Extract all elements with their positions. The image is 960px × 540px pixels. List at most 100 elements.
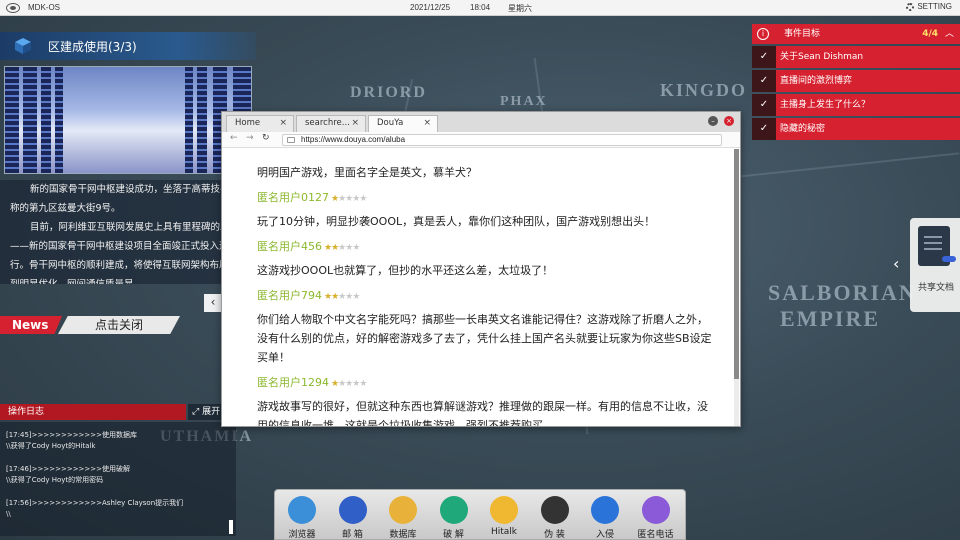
- news-body: 新的国家骨干网中枢建设成功，坐落于高蒂技谷之称的第九区兹曼大街9号。 目前，阿利…: [0, 180, 256, 284]
- tab-label: searchre...: [305, 118, 350, 128]
- comment-user[interactable]: 匿名用户456 ★★★★★: [257, 237, 717, 257]
- close-icon[interactable]: ×: [279, 116, 287, 131]
- share-doc-button[interactable]: 共享文档: [910, 218, 960, 312]
- map-label: DRIORD: [350, 84, 427, 101]
- log-entry-time: [17:46]>>>>>>>>>>>>使用破解: [6, 465, 131, 473]
- comment-text: 玩了10分钟，明显抄袭OOOL，真是丢人，靠你们这种团队，国产游戏别想出头！: [257, 215, 656, 228]
- check-icon: ✓: [752, 46, 776, 68]
- dock-item-label: 浏览器: [288, 530, 316, 540]
- event-item[interactable]: ✓ 直播间的激烈博弈: [752, 70, 960, 92]
- rating-stars: ★★★★★: [331, 194, 367, 204]
- log-entry-time: [17:56]>>>>>>>>>>>>Ashley Clayson提示我们: [6, 499, 184, 507]
- event-item-label: 关于Sean Dishman: [780, 52, 864, 62]
- dock-item-label: 匿名电话: [637, 530, 674, 540]
- minimize-button[interactable]: –: [708, 116, 718, 126]
- news-tag: News: [0, 316, 62, 334]
- news-paragraph: 目前，阿利维亚互联网发展史上具有里程碑的工程——新的国家骨干网中枢建设项目全面竣…: [10, 222, 240, 284]
- refresh-icon[interactable]: ↻: [262, 133, 270, 143]
- dock-item[interactable]: Hitalk: [481, 496, 527, 540]
- forward-icon[interactable]: →: [246, 133, 254, 143]
- news-close-button[interactable]: 点击关闭: [58, 316, 180, 334]
- close-icon[interactable]: ×: [351, 116, 359, 131]
- system-time: 18:04: [470, 3, 491, 12]
- share-expand-arrow[interactable]: ‹: [893, 254, 899, 273]
- disguise-icon: [540, 496, 569, 524]
- map-label: EMPIRE: [780, 306, 880, 331]
- dock-item[interactable]: 邮 箱: [330, 496, 376, 540]
- event-item-label: 主播身上发生了什么？: [780, 100, 871, 110]
- event-item[interactable]: ✓ 关于Sean Dishman: [752, 46, 960, 68]
- operation-log-panel: 操作日志 ⤢ 展开 [17:45]>>>>>>>>>>>>使用数据库 \\获得了…: [0, 404, 236, 536]
- log-entry-detail: \\: [6, 510, 11, 518]
- log-entry-detail: \\获得了Cody Hoyt的常用密码: [6, 476, 104, 484]
- dock-item-label: 邮 箱: [342, 530, 363, 540]
- log-entry-detail: \\获得了Cody Hoyt的Hitalk: [6, 442, 96, 450]
- comment-username: 匿名用户456: [257, 240, 322, 253]
- page-scrollbar[interactable]: [734, 149, 739, 426]
- dock-item[interactable]: 破 解: [431, 496, 477, 540]
- log-expand-label: 展开: [202, 407, 221, 417]
- system-date: 2021/12/25: [410, 3, 451, 12]
- event-item[interactable]: ✓ 隐藏的秘密: [752, 118, 960, 140]
- check-icon: ✓: [752, 94, 776, 116]
- map-label: SALBORIAN: [768, 280, 917, 305]
- comment-item: 匿名用户1294 ★★★★★ 游戏故事写的很好，但就这种东西也算解谜游戏？推理做的跟…: [257, 373, 717, 426]
- dock-item-label: 破 解: [443, 530, 464, 540]
- dock-item[interactable]: 浏览器: [279, 496, 325, 540]
- tab-douya[interactable]: DouYa ×: [368, 115, 438, 132]
- rating-stars: ★★★★★: [324, 243, 360, 253]
- dock-item[interactable]: 数据库: [380, 496, 426, 540]
- back-icon[interactable]: ←: [230, 133, 238, 143]
- log-entry-time: [17:45]>>>>>>>>>>>>使用数据库: [6, 431, 138, 439]
- map-label: KINGDO: [660, 80, 748, 100]
- dock-item-label: 伪 装: [544, 530, 565, 540]
- event-item-label: 隐藏的秘密: [780, 124, 826, 134]
- comment-username: 匿名用户0127: [257, 191, 329, 204]
- dock-item-label: Hitalk: [490, 527, 518, 537]
- event-item[interactable]: ✓ 主播身上发生了什么？: [752, 94, 960, 116]
- star-icon: ★: [352, 292, 360, 302]
- globe-icon: [288, 496, 316, 524]
- comment-text: 你们给人物取个中文名字能死吗？搞那些一长串英文名谁能记得住？这游戏除了折磨人之外…: [257, 313, 712, 364]
- map-label: PHAX: [500, 94, 548, 109]
- comment-item: 匿名用户0127 ★★★★★ 玩了10分钟，明显抄袭OOOL，真是丢人，靠你们这种团…: [257, 188, 717, 231]
- comment-page: 明明国产游戏，里面名字全是英文，慕羊犬？ 匿名用户0127 ★★★★★ 玩了10分钟，…: [222, 149, 734, 426]
- info-icon: i: [757, 28, 769, 40]
- log-scrollbar[interactable]: [229, 520, 233, 534]
- log-entry: [17:45]>>>>>>>>>>>>使用数据库 \\获得了Cody Hoyt的…: [6, 430, 230, 452]
- news-panel: 区建成使用(3/3) 新的国家骨干网中枢建设成功，坐落于高蒂技谷之称的第九区兹曼…: [0, 32, 256, 334]
- crack-icon: [439, 496, 468, 524]
- setting-button[interactable]: SETTING: [906, 2, 952, 11]
- comment-user[interactable]: 匿名用户1294 ★★★★★: [257, 373, 717, 393]
- system-top-bar: MDK-OS 2021/12/25 18:04 星期六 SETTING: [0, 0, 960, 16]
- star-icon: ★: [359, 194, 367, 204]
- scroll-thumb[interactable]: [734, 149, 739, 379]
- dock-item[interactable]: 入侵: [582, 496, 628, 540]
- comment-user[interactable]: 匿名用户0127 ★★★★★: [257, 188, 717, 208]
- tab-searchresult[interactable]: searchre... ×: [296, 115, 366, 132]
- mail-icon: [338, 496, 367, 524]
- check-icon: ✓: [752, 118, 776, 140]
- url-text: https://www.douya.com/aluba: [301, 135, 406, 144]
- document-icon: [918, 226, 956, 266]
- news-collapse-button[interactable]: ‹: [204, 294, 222, 312]
- url-input[interactable]: https://www.douya.com/aluba: [282, 134, 722, 146]
- news-bar: News 点击关闭: [0, 316, 200, 334]
- tab-home[interactable]: Home ×: [226, 115, 294, 132]
- system-weekday: 星期六: [508, 4, 532, 13]
- dock-item[interactable]: 伪 装: [532, 496, 578, 540]
- news-title: 区建成使用(3/3): [48, 40, 137, 54]
- news-header: 区建成使用(3/3): [0, 32, 256, 60]
- dock-item-label: 数据库: [389, 530, 417, 540]
- event-goals-panel: i 事件目标 4/4 ︿ ✓ 关于Sean Dishman ✓ 直播间的激烈博弈…: [752, 24, 960, 140]
- close-window-button[interactable]: ×: [724, 116, 734, 126]
- comment-text: 这游戏抄OOOL也就算了，但抄的水平还这么差，太垃圾了！: [257, 264, 554, 277]
- comment-user[interactable]: 匿名用户794 ★★★★★: [257, 286, 717, 306]
- database-icon: [389, 496, 417, 524]
- app-dock: 浏览器 邮 箱 数据库 破 解 Hitalk 伪 装 入侵 匿名电话: [274, 489, 686, 540]
- dock-item[interactable]: 匿名电话: [633, 496, 679, 540]
- expand-icon: ⤢: [192, 407, 203, 417]
- event-header[interactable]: i 事件目标 4/4 ︿: [752, 24, 960, 44]
- news-image: [4, 66, 252, 174]
- close-icon[interactable]: ×: [423, 116, 431, 131]
